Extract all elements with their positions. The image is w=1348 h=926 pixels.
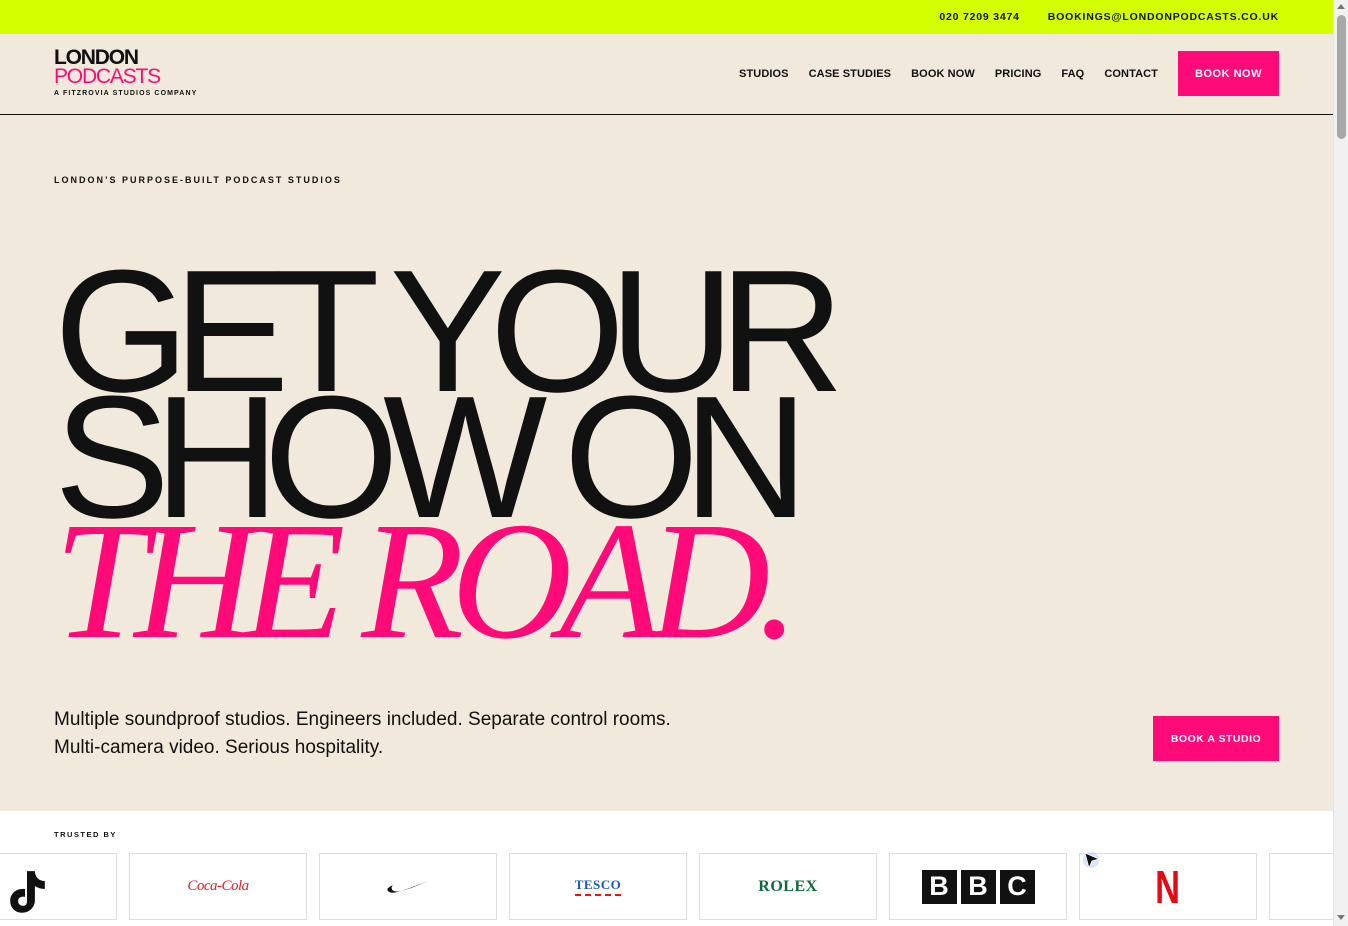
nav-item-pricing[interactable]: PRICING: [995, 68, 1042, 80]
nike-swoosh-icon: [387, 880, 428, 893]
rolex-logo: ROLEX: [699, 853, 877, 920]
main-nav: STUDIOS CASE STUDIES BOOK NOW PRICING FA…: [719, 51, 1279, 96]
coca-cola-logo: Coca-Cola: [129, 853, 307, 920]
tesco-logo: TESCO: [509, 853, 687, 920]
tiktok-logo: [0, 853, 117, 920]
book-a-studio-button[interactable]: BOOK A STUDIO: [1153, 716, 1279, 761]
hero-eyebrow: LONDON’S PURPOSE-BUILT PODCAST STUDIOS: [54, 175, 342, 185]
bbc-block-b1: B: [921, 869, 957, 904]
site-logo[interactable]: LONDON PODCASTS A FITZROVIA STUDIOS COMP…: [54, 47, 198, 97]
scrollbar-thumb[interactable]: [1337, 15, 1346, 139]
bbc-logo: B B C: [889, 853, 1067, 920]
trusted-by-section: TRUSTED BY Coca-Cola TESCO ROLEX B B C N: [0, 811, 1333, 926]
netflix-logo: N: [1079, 853, 1257, 920]
hero-subtext-line-2: Multi-camera video. Serious hospitality.: [54, 737, 384, 758]
tesco-wordmark: TESCO: [574, 877, 622, 896]
page-scrollbar[interactable]: [1333, 0, 1348, 926]
rolex-wordmark: ROLEX: [758, 877, 818, 895]
nav-item-contact[interactable]: CONTACT: [1104, 68, 1158, 80]
bbc-block-b2: B: [960, 869, 996, 904]
logo-tagline: A FITZROVIA STUDIOS COMPANY: [54, 90, 198, 97]
phone-link[interactable]: 020 7209 3474: [939, 11, 1019, 23]
hero-headline-line-3: THE ROAD.: [54, 488, 799, 674]
nav-item-case-studies[interactable]: CASE STUDIES: [809, 68, 892, 80]
bbc-blocks: B B C: [921, 869, 1035, 904]
bbc-block-c: C: [999, 869, 1035, 904]
coca-cola-wordmark: Coca-Cola: [187, 878, 249, 894]
scroll-down-arrow-icon[interactable]: [1337, 915, 1345, 920]
nav-item-book-now[interactable]: BOOK NOW: [911, 68, 975, 80]
tiktok-icon: [10, 871, 45, 913]
scroll-up-arrow-icon[interactable]: [1337, 4, 1345, 9]
hero-subtext: Multiple soundproof studios. Engineers i…: [54, 706, 671, 762]
email-link[interactable]: BOOKINGS@LONDONPODCASTS.CO.UK: [1048, 11, 1279, 23]
nike-logo: [319, 853, 497, 920]
logo-line-podcasts: PODCASTS: [54, 65, 161, 88]
hero-subtext-line-1: Multiple soundproof studios. Engineers i…: [54, 709, 671, 730]
mouse-cursor-icon: [1083, 852, 1101, 870]
header-book-now-button[interactable]: BOOK NOW: [1178, 51, 1279, 96]
site-header: LONDON PODCASTS A FITZROVIA STUDIOS COMP…: [0, 34, 1333, 115]
top-contact-bar: 020 7209 3474 BOOKINGS@LONDONPODCASTS.CO…: [0, 0, 1333, 34]
nav-item-faq[interactable]: FAQ: [1061, 68, 1084, 80]
trusted-by-label: TRUSTED BY: [54, 830, 117, 839]
nav-item-studios[interactable]: STUDIOS: [739, 68, 789, 80]
logo-card-partial: [1269, 853, 1333, 920]
netflix-wordmark: N: [1155, 860, 1181, 913]
